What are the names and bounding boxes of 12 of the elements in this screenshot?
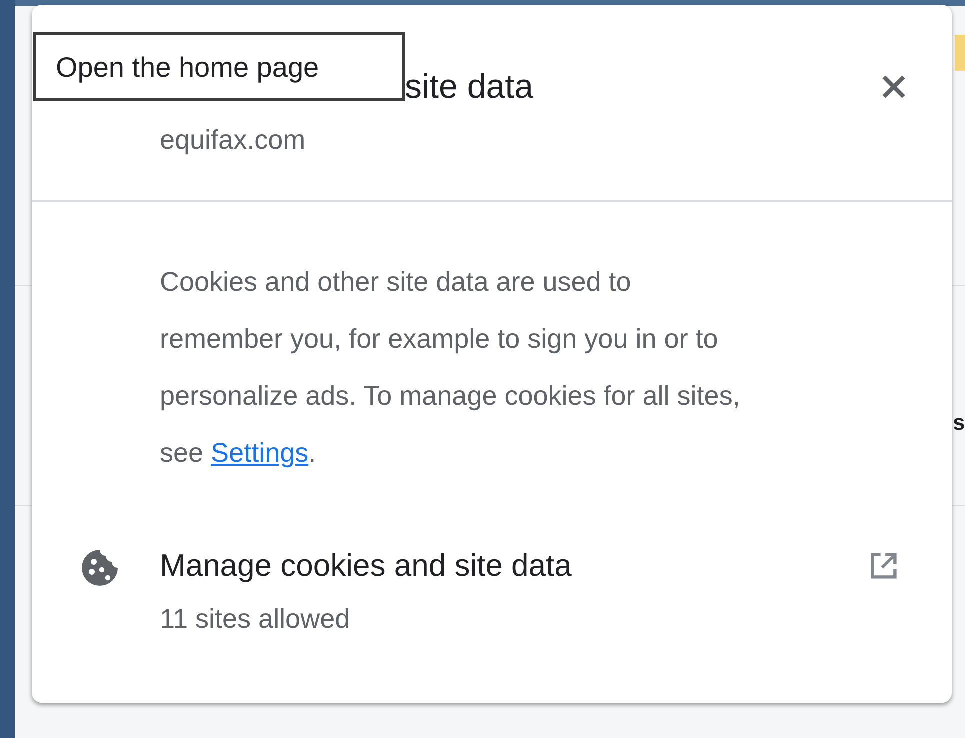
sites-allowed-count: 11 sites allowed [160, 604, 352, 635]
settings-link[interactable]: Settings [211, 438, 309, 468]
toolbar-strip [955, 35, 965, 71]
site-domain: equifax.com [159, 124, 307, 156]
page-text: s [953, 410, 965, 436]
dialog-title: site data [405, 68, 534, 106]
external-link-icon[interactable] [868, 550, 900, 582]
description-text: Cookies and other site data are used to remember you, for example to sign you in or to personalize ads. To manage cookies for all sites, see Settings. [160, 266, 742, 470]
manage-cookies-link[interactable]: Manage cookies and site data [160, 548, 868, 584]
tooltip: Open the home page [33, 32, 405, 101]
close-icon [880, 73, 908, 101]
cookie-icon [80, 548, 120, 588]
